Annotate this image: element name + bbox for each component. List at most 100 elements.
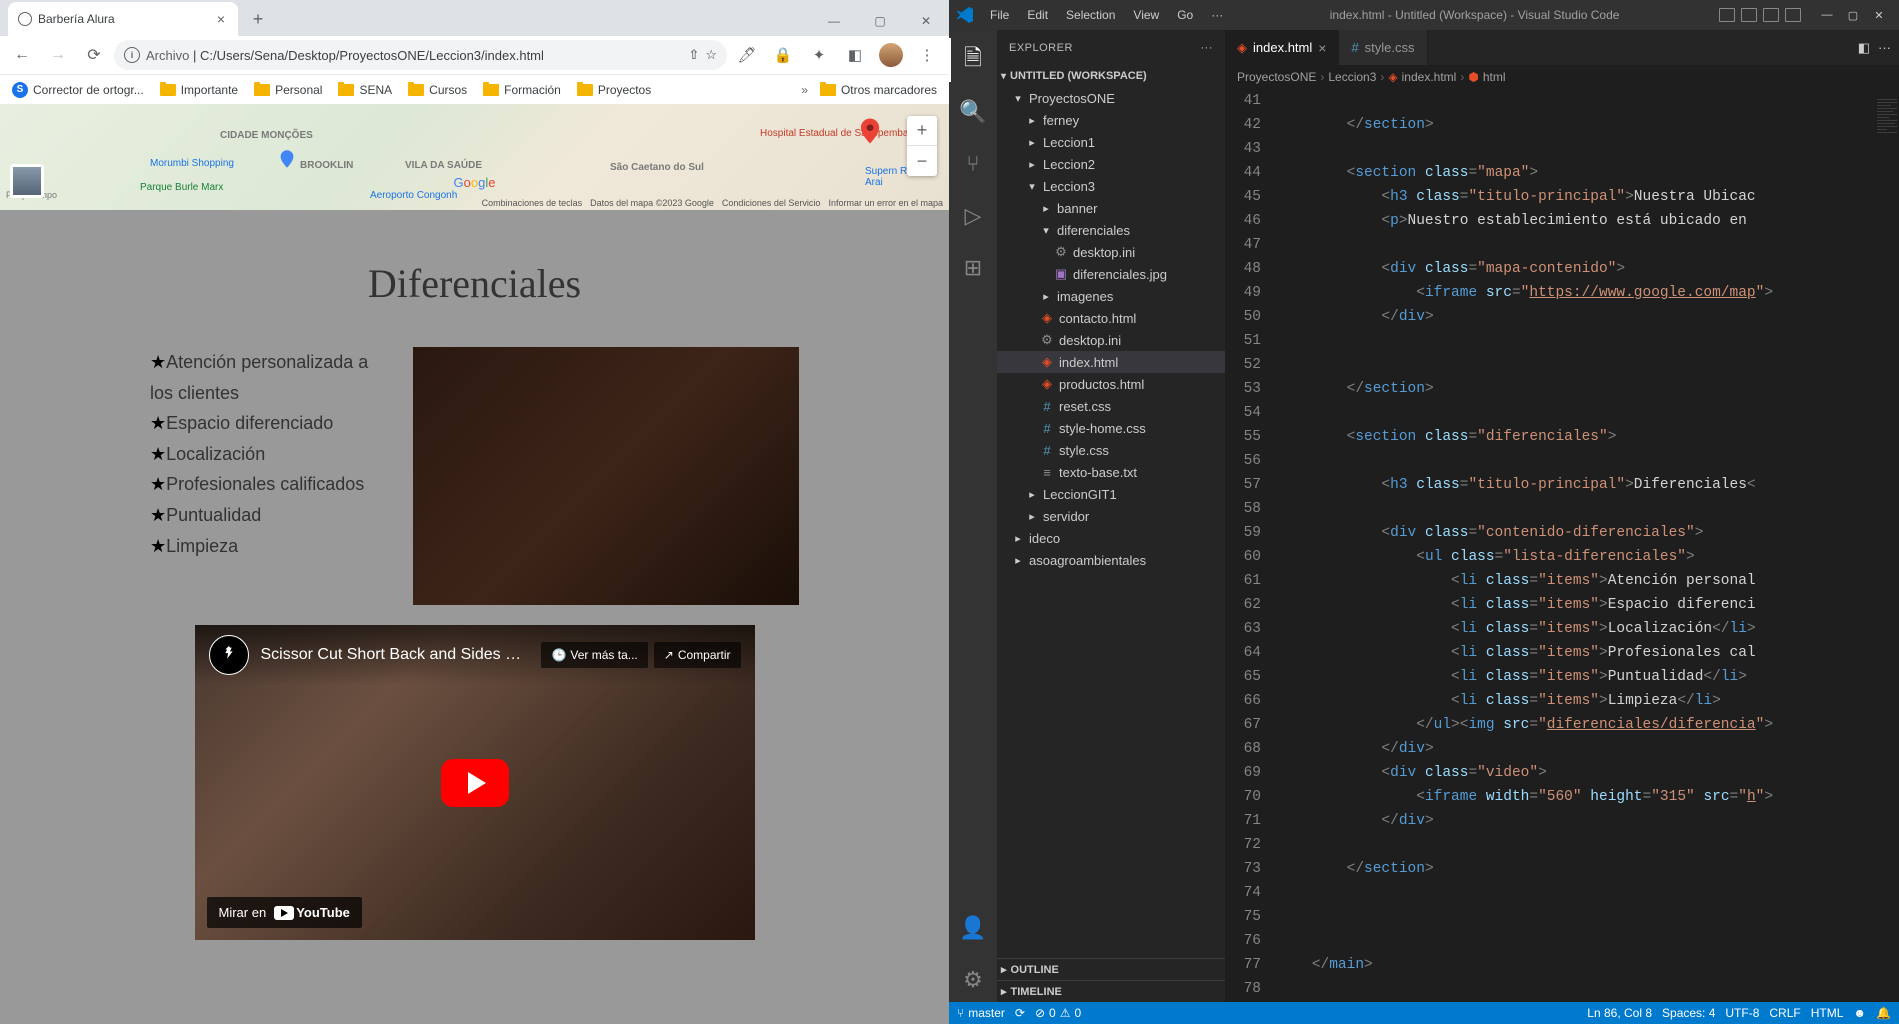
tree-file[interactable]: #style.css [997,439,1225,461]
share-button[interactable]: ↗ Compartir [654,642,741,668]
new-tab-button[interactable]: + [244,5,272,33]
watch-later-button[interactable]: 🕒 Ver más ta... [541,642,647,668]
menu-selection[interactable]: Selection [1059,4,1122,26]
forward-button[interactable]: → [42,39,74,71]
accounts-icon[interactable]: 👤 [949,906,997,950]
search-icon[interactable]: 🔍 [949,90,997,134]
zoom-out-button[interactable]: − [907,146,937,176]
extension-icon[interactable]: 🖊 [731,39,763,71]
bookmark-personal[interactable]: Personal [250,80,326,100]
tab-style[interactable]: #style.css [1339,30,1427,65]
video-title[interactable]: Scissor Cut Short Back and Sides M... [261,646,530,664]
extensions-icon[interactable]: ⊞ [949,246,997,290]
maximize-icon[interactable]: ▢ [857,6,903,36]
zoom-in-button[interactable]: + [907,116,937,146]
layout-icon[interactable] [1719,8,1735,22]
bookmark-otros[interactable]: Otros marcadores [816,80,941,100]
tree-folder[interactable]: ▾ProyectosONE [997,87,1225,109]
indentation[interactable]: Spaces: 4 [1662,1006,1715,1020]
breadcrumb[interactable]: ProyectosONE› Leccion3› ◈index.html› ⬢ht… [1225,65,1899,89]
outline-section[interactable]: ▸OUTLINE [997,958,1225,980]
encoding[interactable]: UTF-8 [1725,1006,1759,1020]
close-tab-icon[interactable]: × [214,12,228,26]
close-window-icon[interactable]: ✕ [903,6,949,36]
menu-file[interactable]: File [983,4,1016,26]
back-button[interactable]: ← [6,39,38,71]
tree-folder[interactable]: ▸ideco [997,527,1225,549]
menu-edit[interactable]: Edit [1020,4,1055,26]
problems[interactable]: ⊘ 0 ⚠ 0 [1035,1006,1081,1020]
split-editor-icon[interactable]: ◧ [1858,40,1870,56]
tree-folder[interactable]: ▾Leccion3 [997,175,1225,197]
run-debug-icon[interactable]: ▷ [949,194,997,238]
play-button[interactable] [441,759,509,807]
profile-avatar[interactable] [879,43,903,67]
layout-icon[interactable] [1741,8,1757,22]
workspace-section[interactable]: ▾UNTITLED (WORKSPACE) [997,65,1225,87]
more-actions-icon[interactable]: ··· [1878,40,1891,55]
explorer-icon[interactable]: 🗎 [949,38,997,82]
code-content[interactable]: </section> <section class="mapa"> <h3 cl… [1277,89,1875,1002]
bookmark-proyectos[interactable]: Proyectos [573,80,655,100]
cursor-position[interactable]: Ln 86, Col 8 [1587,1006,1652,1020]
bookmark-importante[interactable]: Importante [156,80,242,100]
map-embed[interactable]: CIDADE MONÇÕES BROOKLIN VILA DA SAÚDE Ho… [0,104,949,210]
feedback-icon[interactable]: ☻ [1853,1006,1866,1020]
layout-icon[interactable] [1763,8,1779,22]
git-branch[interactable]: ⑂ master [957,1006,1005,1020]
sidepanel-icon[interactable]: ◧ [839,39,871,71]
tree-folder[interactable]: ▸banner [997,197,1225,219]
info-icon[interactable]: i [124,47,140,63]
tab-index[interactable]: ◈index.html× [1225,30,1339,65]
tree-folder[interactable]: ▸Leccion2 [997,153,1225,175]
bookmark-sena[interactable]: SENA [334,80,396,100]
close-icon[interactable]: ✕ [1867,5,1891,25]
youtube-embed[interactable]: Scissor Cut Short Back and Sides M... 🕒 … [195,625,755,940]
share-icon[interactable]: ⇧ [688,47,699,63]
language-mode[interactable]: HTML [1811,1006,1844,1020]
reload-button[interactable]: ⟳ [78,39,110,71]
file-tree[interactable]: ▾ProyectosONE ▸ferney ▸Leccion1 ▸Leccion… [997,87,1225,958]
tree-file-active[interactable]: ◈index.html [997,351,1225,373]
eol[interactable]: CRLF [1769,1006,1800,1020]
streetview-button[interactable] [10,164,44,198]
bookmark-star-icon[interactable]: ☆ [705,47,717,63]
tree-file[interactable]: ⚙desktop.ini [997,241,1225,263]
tree-file[interactable]: ≡texto-base.txt [997,461,1225,483]
menu-view[interactable]: View [1126,4,1166,26]
tree-folder[interactable]: ▸Leccion1 [997,131,1225,153]
menu-go[interactable]: Go [1170,4,1200,26]
tree-folder[interactable]: ▸imagenes [997,285,1225,307]
extensions-icon[interactable]: ✦ [803,39,835,71]
extension-icon[interactable]: 🔒 [767,39,799,71]
channel-icon[interactable] [209,635,249,675]
tree-file[interactable]: #style-home.css [997,417,1225,439]
minimize-icon[interactable]: — [811,6,857,36]
watch-on-youtube[interactable]: Mirar en YouTube [207,897,362,928]
timeline-section[interactable]: ▸TIMELINE [997,980,1225,1002]
source-control-icon[interactable]: ⑂ [949,142,997,186]
maximize-icon[interactable]: ▢ [1841,5,1865,25]
tree-file[interactable]: ⚙desktop.ini [997,329,1225,351]
settings-icon[interactable]: ⚙ [949,958,997,1002]
tree-folder[interactable]: ▾diferenciales [997,219,1225,241]
address-bar[interactable]: i Archivo | C:/Users/Sena/Desktop/Proyec… [114,40,727,70]
close-tab-icon[interactable]: × [1318,40,1326,56]
code-editor[interactable]: 4142434445464748495051525354555657585960… [1225,89,1899,1002]
tree-folder[interactable]: ▸asoagroambientales [997,549,1225,571]
menu-more[interactable]: ··· [1204,4,1230,26]
browser-tab[interactable]: Barbería Alura × [8,2,238,36]
tree-file[interactable]: ◈contacto.html [997,307,1225,329]
minimap[interactable] [1875,89,1899,1002]
bookmark-cursos[interactable]: Cursos [404,80,471,100]
bookmark-formacion[interactable]: Formación [479,80,565,100]
sync-button[interactable]: ⟳ [1015,1006,1025,1020]
tree-file[interactable]: ▣diferenciales.jpg [997,263,1225,285]
bookmarks-overflow[interactable]: » [801,83,808,97]
tree-file[interactable]: ◈productos.html [997,373,1225,395]
tree-file[interactable]: #reset.css [997,395,1225,417]
bookmark-spell[interactable]: SCorrector de ortogr... [8,79,148,101]
more-icon[interactable]: ··· [1201,42,1214,54]
minimize-icon[interactable]: — [1815,5,1839,25]
tree-folder[interactable]: ▸servidor [997,505,1225,527]
